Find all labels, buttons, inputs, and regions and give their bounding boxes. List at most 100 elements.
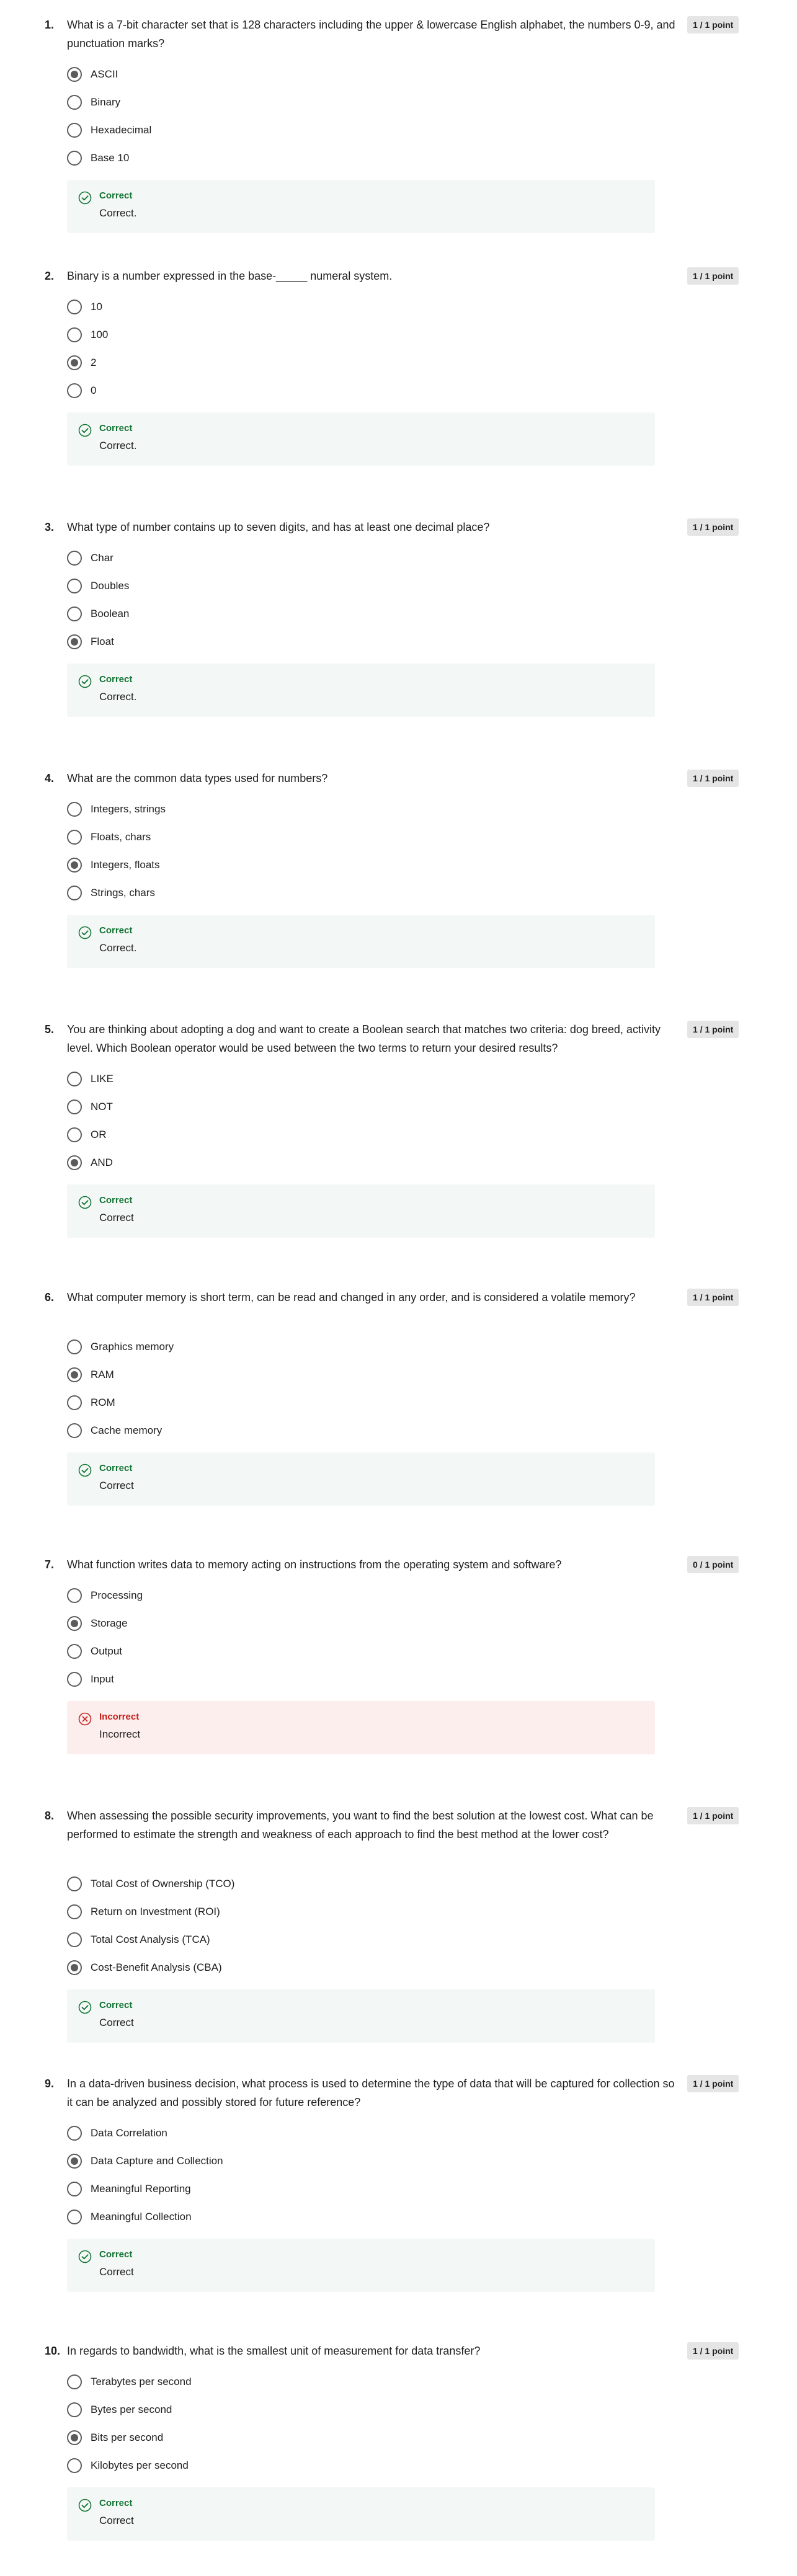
answer-option[interactable]: 10 — [67, 298, 439, 316]
radio-button[interactable] — [67, 1099, 82, 1114]
answer-option[interactable]: Floats, chars — [67, 828, 439, 846]
question-number: 1. — [45, 19, 55, 31]
answer-option[interactable]: Strings, chars — [67, 884, 439, 902]
radio-button[interactable] — [67, 1367, 82, 1382]
radio-button[interactable] — [67, 2430, 82, 2445]
radio-button[interactable] — [67, 2154, 82, 2169]
feedback-status: Correct — [99, 2249, 133, 2260]
feedback-box: Correct Correct — [67, 1452, 655, 1506]
answer-option-label: Return on Investment (ROI) — [91, 1906, 220, 1917]
answer-option-label: 10 — [91, 301, 102, 313]
answer-option[interactable]: Integers, strings — [67, 800, 439, 819]
radio-button[interactable] — [67, 327, 82, 342]
feedback-status: Correct — [99, 1195, 133, 1206]
radio-button[interactable] — [67, 1960, 82, 1975]
answer-option[interactable]: Hexadecimal — [67, 121, 439, 140]
answer-option[interactable]: Storage — [67, 1614, 439, 1633]
answer-option-label: Graphics memory — [91, 1341, 174, 1352]
answer-option[interactable]: Bits per second — [67, 2428, 439, 2447]
feedback-text: Correct — [99, 2017, 134, 2028]
answer-option[interactable]: ASCII — [67, 65, 439, 84]
answer-option[interactable]: Processing — [67, 1586, 439, 1605]
radio-button[interactable] — [67, 1876, 82, 1891]
radio-button[interactable] — [67, 2126, 82, 2141]
radio-button[interactable] — [67, 2182, 82, 2196]
radio-button[interactable] — [67, 1644, 82, 1659]
points-badge: 1 / 1 point — [687, 1289, 739, 1306]
feedback-box: Correct Correct. — [67, 915, 655, 968]
radio-button[interactable] — [67, 1932, 82, 1947]
radio-button[interactable] — [67, 1395, 82, 1410]
answer-option[interactable]: Bytes per second — [67, 2401, 439, 2419]
answer-option[interactable]: Data Capture and Collection — [67, 2152, 439, 2170]
radio-button[interactable] — [67, 1423, 82, 1438]
answer-option[interactable]: Total Cost Analysis (TCA) — [67, 1930, 439, 1949]
answer-option[interactable]: Base 10 — [67, 149, 439, 167]
answer-option[interactable]: 100 — [67, 326, 439, 344]
check-circle-icon — [78, 1196, 92, 1209]
answer-option[interactable]: Float — [67, 633, 439, 651]
radio-button[interactable] — [67, 2402, 82, 2417]
check-circle-icon — [78, 926, 92, 939]
answer-option[interactable]: Cache memory — [67, 1421, 439, 1440]
radio-button[interactable] — [67, 383, 82, 398]
answer-option[interactable]: ROM — [67, 1393, 439, 1412]
radio-button[interactable] — [67, 151, 82, 166]
answer-option-label: Doubles — [91, 580, 130, 592]
radio-button[interactable] — [67, 606, 82, 621]
radio-button[interactable] — [67, 886, 82, 900]
radio-button[interactable] — [67, 123, 82, 138]
radio-button[interactable] — [67, 802, 82, 817]
answer-option-label: Boolean — [91, 608, 130, 620]
radio-button[interactable] — [67, 634, 82, 649]
radio-button[interactable] — [67, 830, 82, 845]
radio-button[interactable] — [67, 2374, 82, 2389]
answer-option[interactable]: 0 — [67, 381, 439, 400]
answer-option[interactable]: Integers, floats — [67, 856, 439, 874]
answer-option[interactable]: Graphics memory — [67, 1338, 439, 1356]
radio-button[interactable] — [67, 67, 82, 82]
radio-button[interactable] — [67, 355, 82, 370]
answer-option[interactable]: Output — [67, 1642, 439, 1661]
radio-button[interactable] — [67, 579, 82, 593]
answer-option[interactable]: Binary — [67, 93, 439, 112]
answer-option[interactable]: Boolean — [67, 605, 439, 623]
radio-button[interactable] — [67, 858, 82, 873]
answer-option-label: ROM — [91, 1397, 115, 1408]
answer-option[interactable]: Kilobytes per second — [67, 2456, 439, 2475]
answer-option[interactable]: Meaningful Collection — [67, 2208, 439, 2226]
answer-option[interactable]: Char — [67, 549, 439, 567]
check-circle-icon — [78, 2001, 92, 2014]
radio-button[interactable] — [67, 1672, 82, 1687]
answer-option[interactable]: RAM — [67, 1366, 439, 1384]
answer-option[interactable]: NOT — [67, 1098, 439, 1116]
radio-button[interactable] — [67, 2210, 82, 2224]
radio-button[interactable] — [67, 551, 82, 566]
radio-button[interactable] — [67, 1588, 82, 1603]
answer-option[interactable]: AND — [67, 1153, 439, 1172]
answer-option[interactable]: Input — [67, 1670, 439, 1689]
answer-option[interactable]: 2 — [67, 353, 439, 372]
radio-button[interactable] — [67, 1072, 82, 1086]
answer-option[interactable]: Total Cost of Ownership (TCO) — [67, 1875, 439, 1893]
answer-option[interactable]: Cost-Benefit Analysis (CBA) — [67, 1958, 439, 1977]
radio-button[interactable] — [67, 1616, 82, 1631]
answer-option[interactable]: Doubles — [67, 577, 439, 595]
radio-button[interactable] — [67, 1127, 82, 1142]
radio-button[interactable] — [67, 1155, 82, 1170]
radio-button[interactable] — [67, 300, 82, 314]
answer-option[interactable]: Terabytes per second — [67, 2373, 439, 2391]
answer-option-label: Terabytes per second — [91, 2376, 192, 2387]
radio-button[interactable] — [67, 1339, 82, 1354]
answer-option[interactable]: LIKE — [67, 1070, 439, 1088]
feedback-status: Incorrect — [99, 1712, 140, 1722]
answer-option[interactable]: OR — [67, 1126, 439, 1144]
question-number: 9. — [45, 2077, 55, 2090]
radio-button[interactable] — [67, 2458, 82, 2473]
answer-option[interactable]: Data Correlation — [67, 2124, 439, 2143]
answer-option[interactable]: Meaningful Reporting — [67, 2180, 439, 2198]
radio-button[interactable] — [67, 95, 82, 110]
answer-option[interactable]: Return on Investment (ROI) — [67, 1903, 439, 1921]
radio-button[interactable] — [67, 1904, 82, 1919]
question-text: What function writes data to memory acti… — [67, 1558, 562, 1571]
